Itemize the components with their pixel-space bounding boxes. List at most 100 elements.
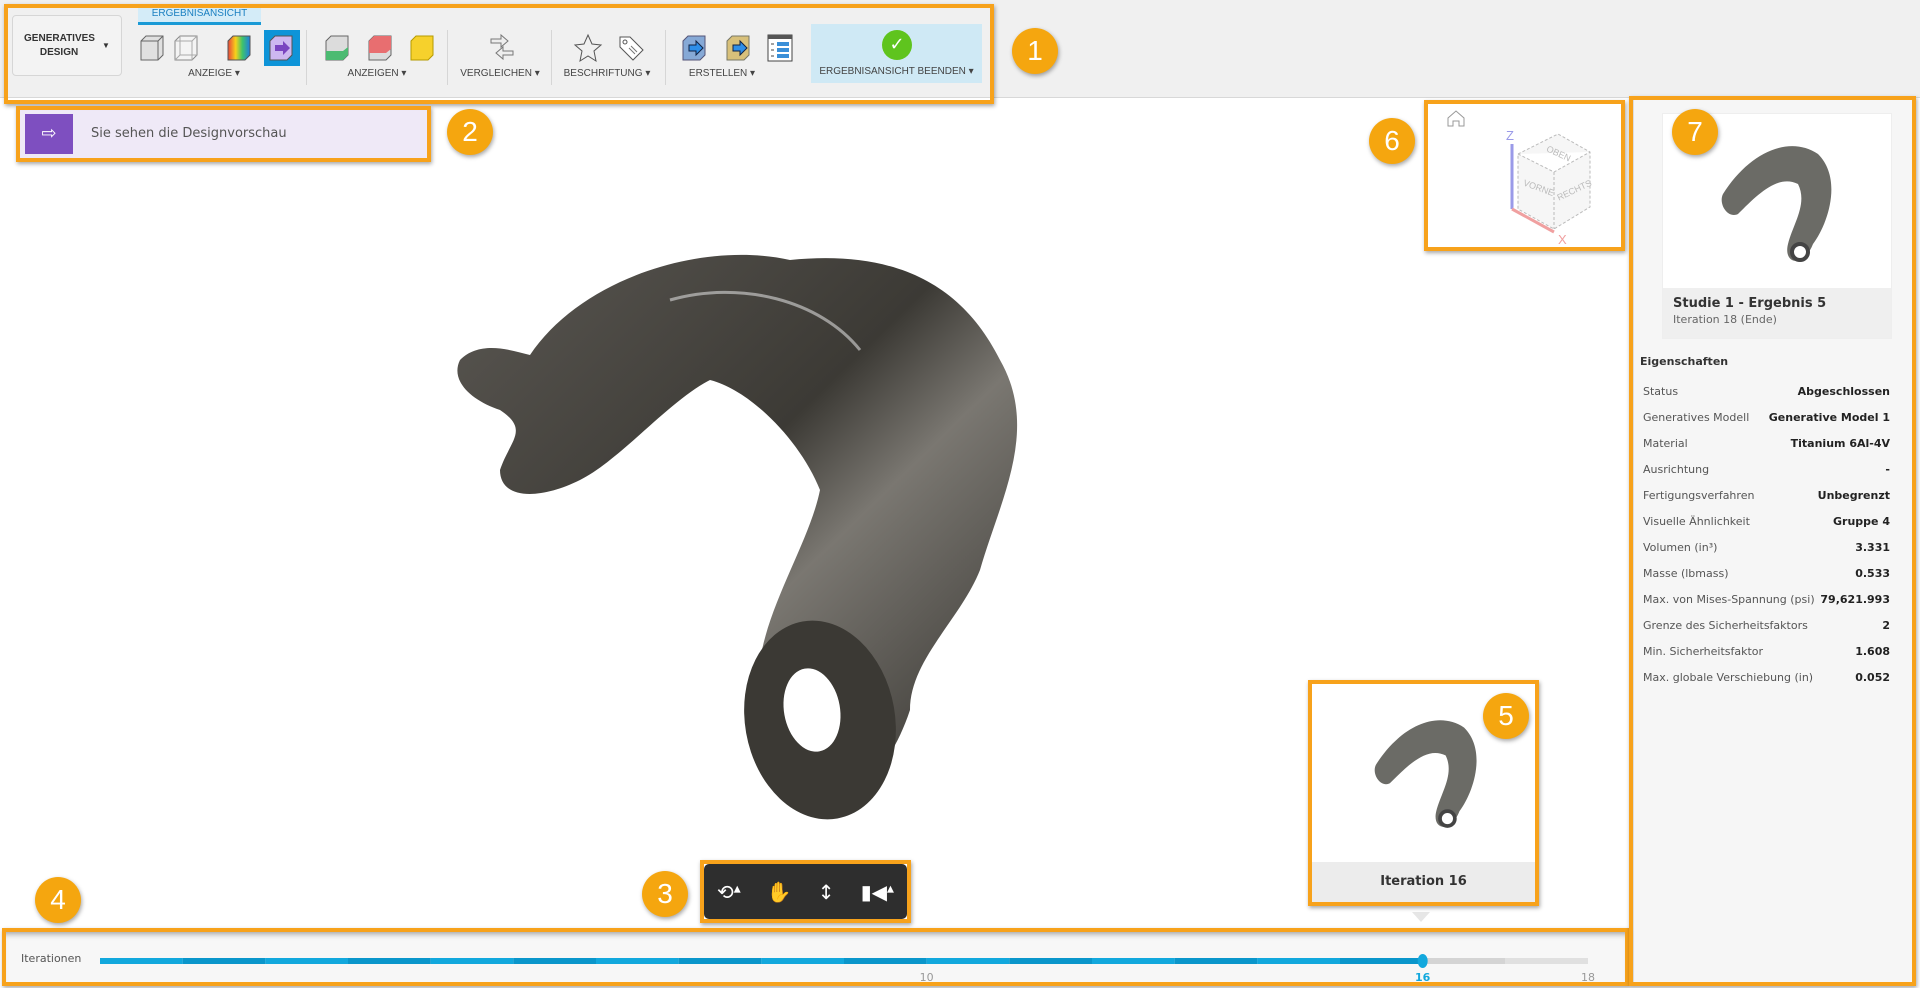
axis-z-label: Z xyxy=(1506,128,1514,143)
finish-label: ERGEBNISANSICHT BEENDEN xyxy=(819,66,966,77)
property-label: Max. globale Verschiebung (in) xyxy=(1643,671,1814,684)
property-row: Max. von Mises-Spannung (psi) 79,621.993 xyxy=(1643,593,1890,613)
timeline-segment[interactable] xyxy=(100,958,183,964)
callout-1: 1 xyxy=(1012,28,1058,74)
create-export-icon[interactable] xyxy=(679,33,709,63)
timeline-tick: 18 xyxy=(1581,971,1595,984)
timeline-tick: 10 xyxy=(919,971,934,984)
home-icon[interactable] xyxy=(1447,110,1465,127)
timeline-segment[interactable] xyxy=(1174,958,1258,964)
stress-view-icon[interactable] xyxy=(224,33,254,63)
timeline-segment[interactable] xyxy=(1505,958,1588,964)
timeline-slider[interactable] xyxy=(0,950,1640,974)
timeline-segment[interactable] xyxy=(1422,958,1506,964)
property-row: Ausrichtung - xyxy=(1643,463,1890,483)
timeline-segment[interactable] xyxy=(1257,958,1340,964)
preview-view-button[interactable] xyxy=(264,30,300,66)
timeline-segment[interactable] xyxy=(348,958,431,964)
timeline-tick: 16 xyxy=(1415,971,1431,984)
property-row: Grenze des Sicherheitsfaktors 2 xyxy=(1643,619,1890,639)
timeline-segment[interactable] xyxy=(926,958,1010,964)
group-vergleichen[interactable]: VERGLEICHEN ▾ xyxy=(460,68,540,79)
timeline-segment[interactable] xyxy=(182,958,266,964)
star-icon[interactable] xyxy=(573,33,603,63)
create-mesh-icon[interactable] xyxy=(723,33,753,63)
property-value: Generative Model 1 xyxy=(1768,411,1890,424)
callout-7: 7 xyxy=(1672,109,1718,155)
callout-2: 2 xyxy=(447,109,493,155)
property-row: Fertigungsverfahren Unbegrenzt xyxy=(1643,489,1890,509)
timeline-segment[interactable] xyxy=(761,958,844,964)
property-row: Generatives Modell Generative Model 1 xyxy=(1643,411,1890,431)
property-label: Ausrichtung xyxy=(1643,463,1710,476)
callout-4: 4 xyxy=(35,877,81,923)
show-yellow-icon[interactable] xyxy=(407,33,437,63)
timeline-segment[interactable] xyxy=(596,958,679,964)
compare-arrows-icon[interactable] xyxy=(487,33,517,63)
timeline-segment[interactable] xyxy=(430,958,514,964)
separator xyxy=(665,30,666,85)
zoom-icon[interactable]: ↕ xyxy=(818,880,835,904)
property-label: Masse (lbmass) xyxy=(1643,567,1729,580)
timeline-segment[interactable] xyxy=(1092,958,1175,964)
report-list-icon[interactable] xyxy=(765,33,795,63)
banner-text: Sie sehen die Designvorschau xyxy=(91,126,287,141)
result-subtitle: Iteration 18 (Ende) xyxy=(1673,313,1777,326)
property-value: 2 xyxy=(1882,619,1890,632)
group-anzeigen[interactable]: ANZEIGEN ▾ xyxy=(348,68,407,79)
timeline-segment[interactable] xyxy=(513,958,596,964)
tag-icon[interactable] xyxy=(616,33,646,63)
pan-hand-icon[interactable]: ✋ xyxy=(767,880,792,904)
generative-model-3d[interactable] xyxy=(440,240,1180,860)
toolbar: GENERATIVES DESIGN ▼ ERGEBNISANSICHT ANZE… xyxy=(0,0,1920,98)
property-row: Volumen (in³) 3.331 xyxy=(1643,541,1890,561)
timeline-segment[interactable] xyxy=(1009,958,1092,964)
property-label: Fertigungsverfahren xyxy=(1643,489,1755,502)
checkmark-icon: ✓ xyxy=(882,30,912,60)
result-title: Studie 1 - Ergebnis 5 xyxy=(1673,296,1827,311)
show-red-icon[interactable] xyxy=(365,33,395,63)
separator xyxy=(306,30,307,85)
timeline-segment[interactable] xyxy=(1340,958,1423,964)
timeline-segment[interactable] xyxy=(844,958,927,964)
property-value: 79,621.993 xyxy=(1820,593,1890,606)
property-value: Titanium 6Al-4V xyxy=(1790,437,1890,450)
timeline-segment[interactable] xyxy=(678,958,762,964)
workspace-button[interactable]: GENERATIVES DESIGN ▼ xyxy=(12,15,122,76)
viewcube[interactable]: Z X OBEN VORNE RECHTS xyxy=(1428,104,1621,247)
property-label: Generatives Modell xyxy=(1643,411,1750,424)
property-row: Material Titanium 6Al-4V xyxy=(1643,437,1890,457)
property-value: 1.608 xyxy=(1855,645,1890,658)
callout-6: 6 xyxy=(1369,118,1415,164)
timeline-segment[interactable] xyxy=(265,958,348,964)
callout-5: 5 xyxy=(1483,693,1529,739)
solid-view-icon[interactable] xyxy=(137,33,167,63)
timeline-handle[interactable] xyxy=(1417,954,1428,968)
workspace-label: GENERATIVES DESIGN xyxy=(24,32,95,58)
property-label: Material xyxy=(1643,437,1688,450)
camera-icon[interactable]: ▮◀▲ xyxy=(861,880,894,904)
property-row: Max. globale Verschiebung (in) 0.052 xyxy=(1643,671,1890,691)
group-anzeige[interactable]: ANZEIGE ▾ xyxy=(188,68,240,79)
property-value: Gruppe 4 xyxy=(1833,515,1890,528)
property-value: 3.331 xyxy=(1855,541,1890,554)
property-value: Abgeschlossen xyxy=(1797,385,1890,398)
property-row: Masse (lbmass) 0.533 xyxy=(1643,567,1890,587)
show-green-icon[interactable] xyxy=(322,33,352,63)
property-label: Volumen (in³) xyxy=(1643,541,1718,554)
property-label: Max. von Mises-Spannung (psi) xyxy=(1643,593,1815,606)
property-row: Status Abgeschlossen xyxy=(1643,385,1890,405)
property-value: 0.052 xyxy=(1855,671,1890,684)
property-label: Grenze des Sicherheitsfaktors xyxy=(1643,619,1808,632)
finish-results-button[interactable]: ✓ ERGEBNISANSICHT BEENDEN ▾ xyxy=(811,24,982,83)
property-label: Visuelle Ähnlichkeit xyxy=(1643,515,1750,528)
wireframe-view-icon[interactable] xyxy=(171,33,201,63)
group-beschriftung[interactable]: BESCHRIFTUNG ▾ xyxy=(564,68,651,79)
tab-ergebnisansicht[interactable]: ERGEBNISANSICHT xyxy=(138,6,261,25)
property-label: Min. Sicherheitsfaktor xyxy=(1643,645,1764,658)
orbit-icon[interactable]: ⟲▲ xyxy=(717,880,741,904)
group-erstellen[interactable]: ERSTELLEN ▾ xyxy=(689,68,755,79)
property-row: Min. Sicherheitsfaktor 1.608 xyxy=(1643,645,1890,665)
separator xyxy=(447,30,448,85)
property-label: Status xyxy=(1643,385,1679,398)
